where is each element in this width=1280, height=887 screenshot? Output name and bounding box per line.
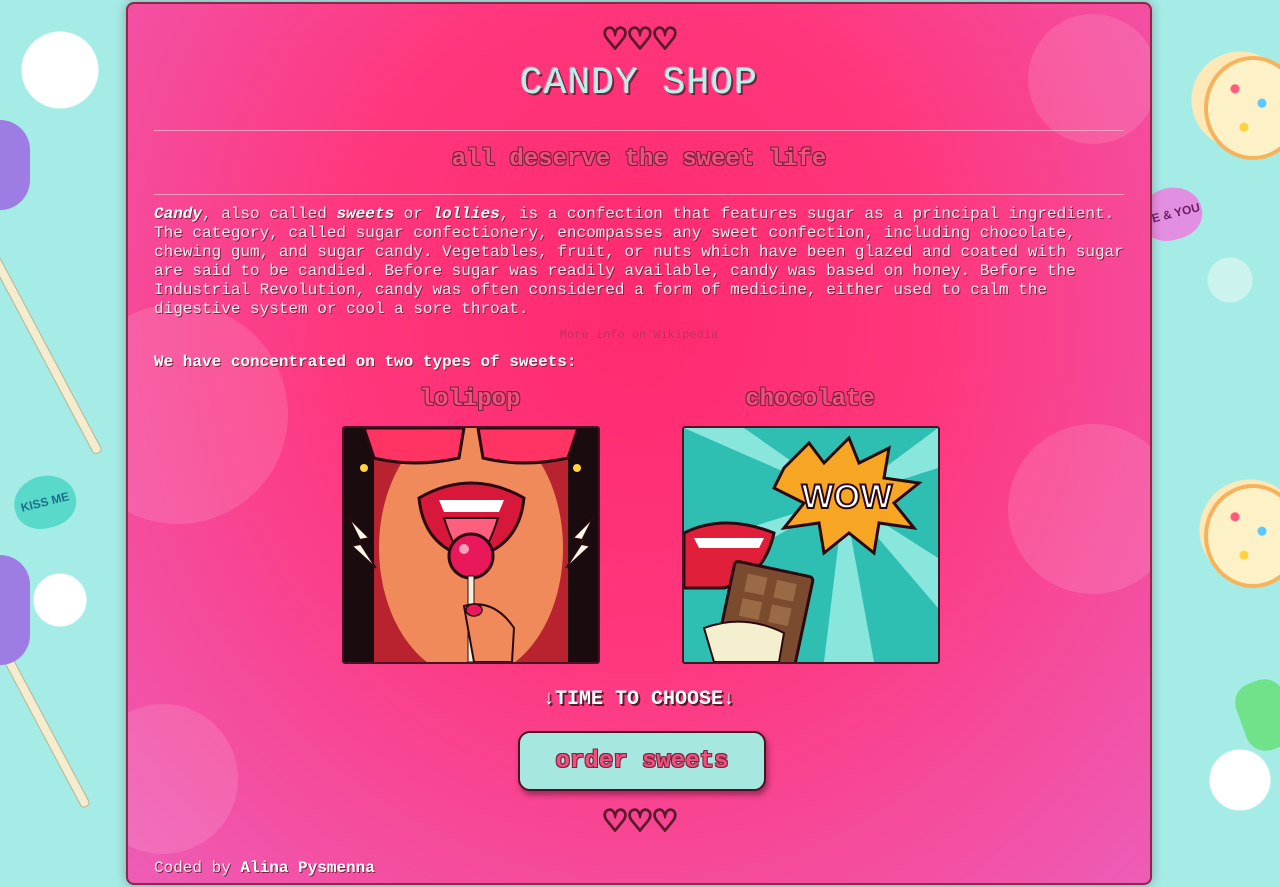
chocolate-label: chocolate [745,386,875,413]
author-name: Alina Pysmenna [240,859,375,877]
footer-credit: Coded by Alina Pysmenna [154,859,375,877]
sweets-types-heading: We have concentrated on two types of swe… [154,353,577,371]
cake-pop-decoration [0,120,30,210]
hearts-bottom: ♡♡♡ [601,803,680,840]
kiss-me-candy-heart: KISS ME [8,469,82,535]
intro-text-1: , also called [202,205,337,223]
slogan: all deserve the sweet life [451,146,827,173]
candy-description: Candy, also called sweets or lollies, is… [154,205,1129,319]
lolipop-image[interactable] [342,426,600,664]
term-lollies: lollies [432,205,500,223]
term-sweets: sweets [336,205,395,223]
cake-pop-decoration [0,555,30,665]
wow-text: WOW [802,478,894,516]
intro-text-2: or [394,205,433,223]
divider-top [154,130,1124,131]
sprinkle-donut-decoration [1204,484,1280,588]
sprinkle-donut-decoration [1204,56,1280,160]
lollipop-stick-decoration [0,572,91,810]
bubble-decoration [1008,424,1150,594]
hearts-top: ♡♡♡ [601,21,680,58]
order-sweets-button[interactable]: order sweets [518,731,766,791]
chocolate-illustration: WOW [684,428,938,662]
chocolate-image[interactable]: WOW [682,426,940,664]
divider-bottom [154,194,1124,195]
page-title: CANDY SHOP [519,62,759,105]
footer-prefix: Coded by [154,859,241,877]
candy-shop-card: ♡♡♡ CANDY SHOP all deserve the sweet lif… [126,2,1152,885]
lolipop-illustration [344,428,598,662]
lollipop-stick-decoration [0,166,103,456]
lolipop-label: lolipop [419,386,521,413]
time-to-choose-heading: ↓TIME TO CHOOSE↓ [542,688,736,711]
candy-wrapper-decoration [1229,673,1280,757]
term-candy: Candy [154,205,203,223]
wikipedia-link[interactable]: More info on Wikipedia [128,328,1150,342]
